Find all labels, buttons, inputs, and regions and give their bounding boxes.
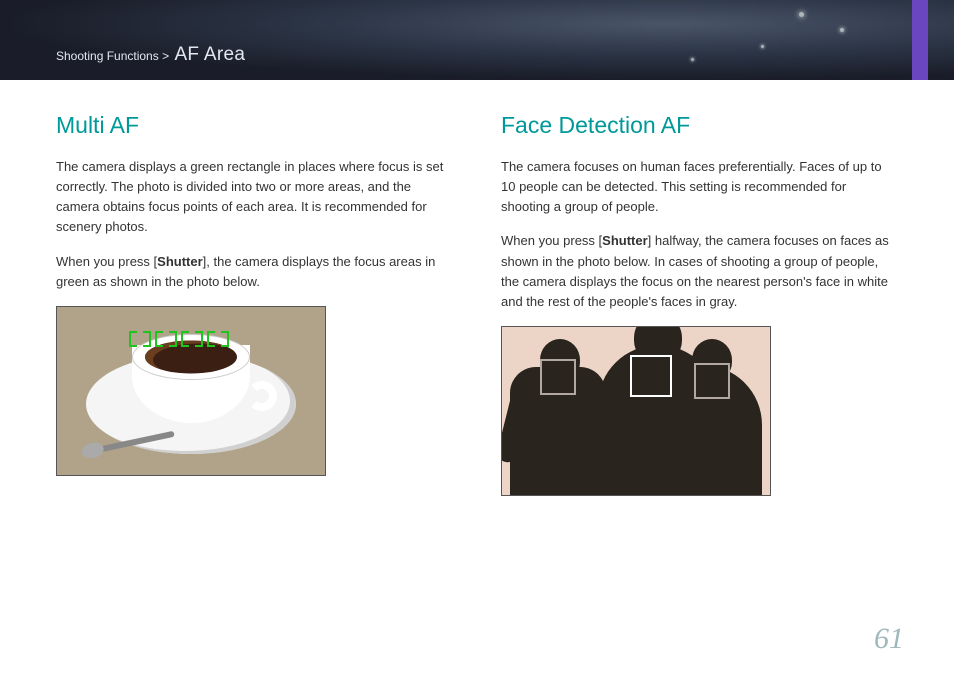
- af-bracket-icon: [129, 331, 151, 347]
- text-run: When you press [: [56, 254, 157, 269]
- heading-multi-af: Multi AF: [56, 112, 453, 139]
- page-number: 61: [874, 622, 904, 656]
- af-bracket-icon: [207, 331, 229, 347]
- cup-handle-shape: [247, 381, 277, 411]
- page-content: Multi AF The camera displays a green rec…: [0, 80, 954, 496]
- page-header: Shooting Functions > AF Area: [0, 0, 954, 80]
- breadcrumb: Shooting Functions > AF Area: [56, 44, 245, 66]
- people-scene: [502, 327, 770, 495]
- sparkle-icon: [840, 28, 844, 32]
- sparkle-icon: [691, 58, 694, 61]
- illustration-multi-af: [56, 306, 326, 476]
- sparkle-icon: [799, 12, 804, 17]
- body-text: The camera displays a green rectangle in…: [56, 157, 453, 238]
- af-bracket-icon: [181, 331, 203, 347]
- breadcrumb-sep: >: [162, 49, 169, 63]
- arm-shape: [501, 388, 533, 465]
- sparkle-icon: [761, 45, 764, 48]
- body-text: The camera focuses on human faces prefer…: [501, 157, 898, 217]
- right-column: Face Detection AF The camera focuses on …: [501, 112, 898, 496]
- body-text: When you press [Shutter] halfway, the ca…: [501, 231, 898, 312]
- breadcrumb-parent: Shooting Functions: [56, 49, 159, 63]
- face-box-white: [630, 355, 672, 397]
- body-text: When you press [Shutter], the camera dis…: [56, 252, 453, 292]
- illustration-face-detection: [501, 326, 771, 496]
- heading-face-detection-af: Face Detection AF: [501, 112, 898, 139]
- text-run: When you press [: [501, 233, 602, 248]
- shutter-key: Shutter: [602, 233, 648, 248]
- coffee-scene: [57, 307, 325, 475]
- af-bracket-icon: [155, 331, 177, 347]
- face-box-gray: [694, 363, 730, 399]
- breadcrumb-section: AF Area: [174, 44, 245, 65]
- af-bracket-row: [129, 331, 229, 347]
- left-column: Multi AF The camera displays a green rec…: [56, 112, 453, 496]
- shutter-key: Shutter: [157, 254, 203, 269]
- face-box-gray: [540, 359, 576, 395]
